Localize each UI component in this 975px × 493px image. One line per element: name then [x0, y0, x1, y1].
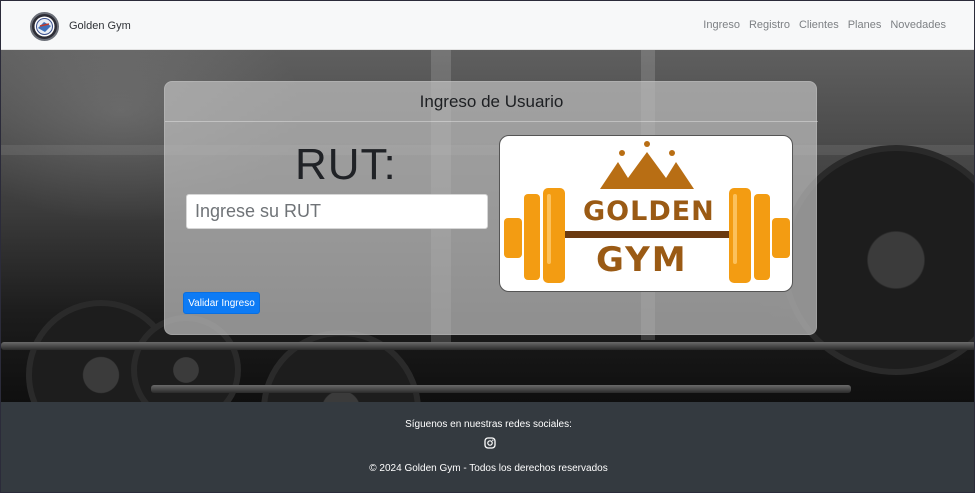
navbar: Golden Gym Ingreso Registro Clientes Pla…	[1, 1, 974, 50]
card-title: Ingreso de Usuario	[419, 92, 564, 111]
footer: Síguenos en nuestras redes sociales: © 2…	[1, 402, 974, 492]
brand-logo-icon	[30, 11, 59, 41]
logo-text-gym: GYM	[596, 240, 688, 280]
browser-viewport: Golden Gym Ingreso Registro Clientes Pla…	[0, 0, 975, 493]
nav-link-registro[interactable]: Registro	[749, 19, 790, 31]
golden-gym-logo: GOLDEN GYM	[499, 135, 793, 292]
logo-text-golden: GOLDEN	[583, 196, 715, 227]
footer-social-text: Síguenos en nuestras redes sociales:	[405, 419, 572, 430]
nav-link-novedades[interactable]: Novedades	[890, 19, 946, 31]
login-card: Ingreso de Usuario RUT: Validar Ingreso	[164, 81, 818, 335]
rut-label: RUT:	[295, 140, 397, 189]
instagram-icon[interactable]	[484, 437, 496, 449]
validate-login-button[interactable]: Validar Ingreso	[183, 292, 260, 314]
nav-link-clientes[interactable]: Clientes	[799, 19, 839, 31]
brand-name: Golden Gym	[69, 20, 131, 32]
rut-input[interactable]	[186, 194, 488, 229]
nav-links: Ingreso Registro Clientes Planes Novedad…	[703, 19, 946, 31]
background-barbell	[151, 385, 851, 393]
nav-link-planes[interactable]: Planes	[848, 19, 882, 31]
background-barbell	[1, 342, 974, 350]
nav-link-ingreso[interactable]: Ingreso	[703, 19, 740, 31]
card-divider	[165, 121, 818, 122]
footer-copyright: © 2024 Golden Gym - Todos los derechos r…	[369, 463, 608, 474]
brand[interactable]: Golden Gym	[30, 11, 131, 41]
